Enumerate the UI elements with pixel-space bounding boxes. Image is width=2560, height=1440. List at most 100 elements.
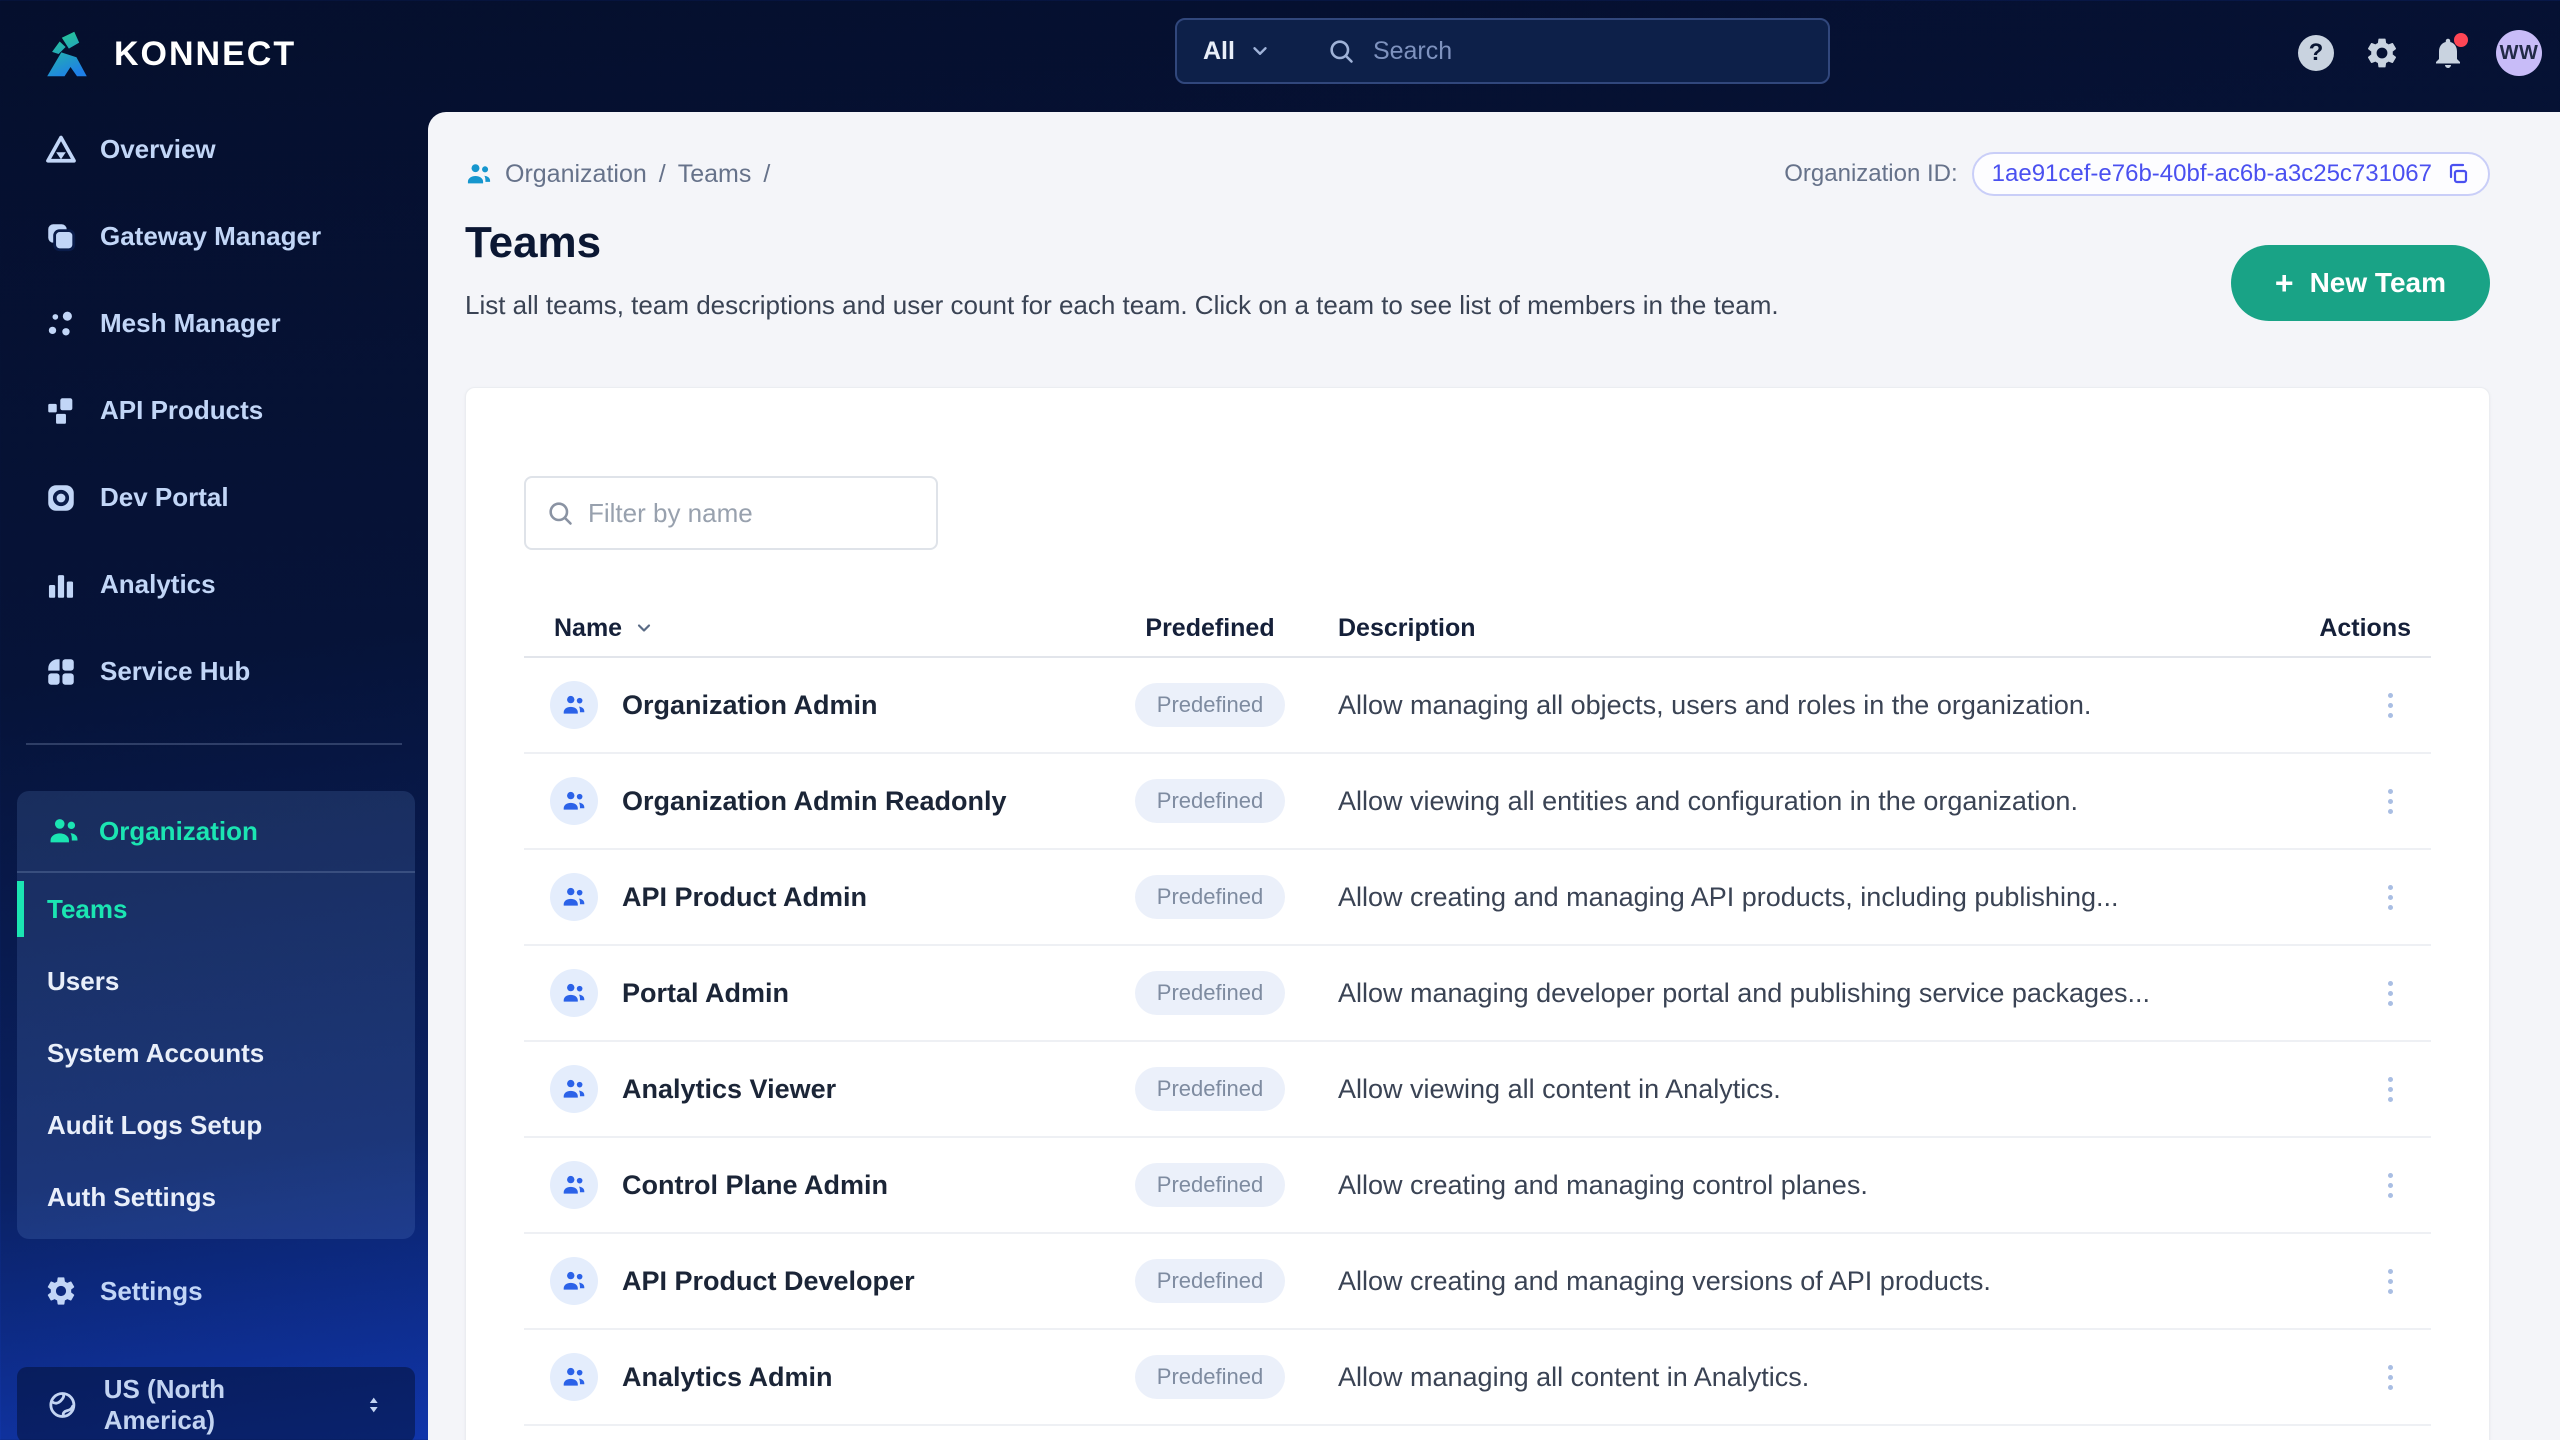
table-row[interactable]: Analytics Admin Predefined Allow managin… bbox=[524, 1330, 2431, 1426]
global-search[interactable]: All Search bbox=[1175, 18, 1830, 84]
table-row[interactable]: Organization Admin Readonly Predefined A… bbox=[524, 754, 2431, 850]
table-row[interactable]: Portal Admin Predefined Allow managing d… bbox=[524, 946, 2431, 1042]
team-avatar bbox=[550, 1353, 598, 1401]
row-actions-kebab-button[interactable] bbox=[2380, 685, 2401, 726]
plus-icon: + bbox=[2274, 265, 2294, 301]
team-people-icon bbox=[561, 692, 587, 718]
predefined-cell: Predefined bbox=[1110, 779, 1310, 823]
caret-updown-icon bbox=[362, 1392, 385, 1418]
team-people-icon bbox=[561, 1172, 587, 1198]
actions-cell bbox=[2291, 1165, 2431, 1206]
row-actions-kebab-button[interactable] bbox=[2380, 1165, 2401, 1206]
table-row[interactable]: Organization Admin Predefined Allow mana… bbox=[524, 658, 2431, 754]
region-selector[interactable]: US (North America) bbox=[17, 1367, 415, 1440]
row-actions-kebab-button[interactable] bbox=[2380, 781, 2401, 822]
predefined-badge: Predefined bbox=[1134, 1259, 1286, 1303]
team-name-cell: Portal Admin bbox=[524, 969, 1110, 1017]
teams-card: Name Predefined Description Actions Orga… bbox=[465, 387, 2490, 1440]
actions-cell bbox=[2291, 1357, 2431, 1398]
sidebar-item-organization[interactable]: Organization bbox=[17, 791, 415, 873]
sidebar-item-settings[interactable]: Settings bbox=[0, 1261, 428, 1321]
team-name-cell: API Product Developer bbox=[524, 1257, 1110, 1305]
table-row[interactable]: API Product Admin Predefined Allow creat… bbox=[524, 850, 2431, 946]
team-name[interactable]: Portal Admin bbox=[622, 978, 789, 1009]
sidebar-item-gateway-manager[interactable]: Gateway Manager bbox=[0, 193, 428, 280]
row-actions-kebab-button[interactable] bbox=[2380, 877, 2401, 918]
filter-field bbox=[524, 476, 938, 550]
settings-gear-button[interactable] bbox=[2364, 35, 2400, 71]
help-button[interactable]: ? bbox=[2298, 35, 2334, 71]
breadcrumb-separator: / bbox=[658, 159, 666, 188]
row-actions-kebab-button[interactable] bbox=[2380, 1357, 2401, 1398]
sidebar-item-system-accounts[interactable]: System Accounts bbox=[17, 1017, 415, 1089]
column-header-predefined: Predefined bbox=[1145, 613, 1275, 642]
predefined-badge: Predefined bbox=[1134, 971, 1286, 1015]
sidebar-item-dev-portal[interactable]: Dev Portal bbox=[0, 454, 428, 541]
sidebar-item-service-hub[interactable]: Service Hub bbox=[0, 628, 428, 715]
actions-cell bbox=[2291, 685, 2431, 726]
predefined-badge: Predefined bbox=[1134, 1355, 1286, 1399]
team-name[interactable]: Analytics Admin bbox=[622, 1362, 833, 1393]
column-header-name[interactable]: Name bbox=[524, 614, 1110, 643]
actions-cell bbox=[2291, 973, 2431, 1014]
sidebar-item-api-products[interactable]: API Products bbox=[0, 367, 428, 454]
organization-id: Organization ID: 1ae91cef-e76b-40bf-ac6b… bbox=[1784, 152, 2490, 196]
sort-chevron-icon bbox=[634, 618, 654, 638]
sidebar-item-teams[interactable]: Teams bbox=[17, 873, 415, 945]
team-name[interactable]: Organization Admin bbox=[622, 690, 878, 721]
table-body: Organization Admin Predefined Allow mana… bbox=[524, 658, 2431, 1426]
copy-icon bbox=[2446, 162, 2470, 186]
predefined-badge: Predefined bbox=[1134, 683, 1286, 727]
sidebar: Overview Gateway Manager Mesh Manager AP… bbox=[0, 0, 428, 1440]
search-input[interactable]: Search bbox=[1373, 37, 1452, 66]
filter-by-name-input[interactable] bbox=[588, 497, 916, 529]
team-people-icon bbox=[561, 1364, 587, 1390]
sidebar-item-auth-settings[interactable]: Auth Settings bbox=[17, 1161, 415, 1233]
sidebar-item-users[interactable]: Users bbox=[17, 945, 415, 1017]
table-row[interactable]: Analytics Viewer Predefined Allow viewin… bbox=[524, 1042, 2431, 1138]
actions-cell bbox=[2291, 1069, 2431, 1110]
sidebar-item-audit-logs-setup[interactable]: Audit Logs Setup bbox=[17, 1089, 415, 1161]
breadcrumb-teams[interactable]: Teams bbox=[678, 160, 752, 189]
team-name[interactable]: Analytics Viewer bbox=[622, 1074, 836, 1105]
team-description: Allow managing all content in Analytics. bbox=[1338, 1361, 1810, 1392]
search-scope-select[interactable]: All bbox=[1203, 37, 1235, 66]
predefined-badge: Predefined bbox=[1134, 779, 1286, 823]
team-description: Allow creating and managing control plan… bbox=[1338, 1169, 1868, 1200]
predefined-cell: Predefined bbox=[1110, 1163, 1310, 1207]
sidebar-item-analytics[interactable]: Analytics bbox=[0, 541, 428, 628]
api-products-icon bbox=[44, 394, 78, 428]
analytics-icon bbox=[44, 568, 78, 602]
actions-cell bbox=[2291, 877, 2431, 918]
actions-cell bbox=[2291, 781, 2431, 822]
new-team-button[interactable]: + New Team bbox=[2230, 245, 2490, 321]
team-name[interactable]: Organization Admin Readonly bbox=[622, 786, 1007, 817]
team-avatar bbox=[550, 969, 598, 1017]
team-description: Allow creating and managing versions of … bbox=[1338, 1265, 1991, 1296]
breadcrumb: Organization / Teams / bbox=[465, 160, 770, 189]
breadcrumb-organization[interactable]: Organization bbox=[505, 160, 647, 189]
row-actions-kebab-button[interactable] bbox=[2380, 973, 2401, 1014]
team-people-icon bbox=[561, 884, 587, 910]
user-avatar[interactable]: WW bbox=[2496, 30, 2542, 76]
predefined-badge: Predefined bbox=[1134, 1163, 1286, 1207]
column-header-actions: Actions bbox=[2319, 613, 2411, 642]
team-name[interactable]: API Product Admin bbox=[622, 882, 867, 913]
sidebar-divider bbox=[26, 743, 402, 745]
notifications-button[interactable] bbox=[2430, 33, 2468, 71]
team-name[interactable]: API Product Developer bbox=[622, 1266, 915, 1297]
table-row[interactable]: API Product Developer Predefined Allow c… bbox=[524, 1234, 2431, 1330]
table-row[interactable]: Control Plane Admin Predefined Allow cre… bbox=[524, 1138, 2431, 1234]
sidebar-item-mesh-manager[interactable]: Mesh Manager bbox=[0, 280, 428, 367]
organization-id-chip[interactable]: 1ae91cef-e76b-40bf-ac6b-a3c25c731067 bbox=[1971, 152, 2490, 196]
sidebar-item-overview[interactable]: Overview bbox=[0, 106, 428, 193]
organization-id-value: 1ae91cef-e76b-40bf-ac6b-a3c25c731067 bbox=[1991, 160, 2432, 187]
row-actions-kebab-button[interactable] bbox=[2380, 1261, 2401, 1302]
team-description: Allow creating and managing API products… bbox=[1338, 881, 2119, 912]
actions-cell bbox=[2291, 1261, 2431, 1302]
predefined-cell: Predefined bbox=[1110, 971, 1310, 1015]
predefined-cell: Predefined bbox=[1110, 875, 1310, 919]
row-actions-kebab-button[interactable] bbox=[2380, 1069, 2401, 1110]
team-name[interactable]: Control Plane Admin bbox=[622, 1170, 888, 1201]
column-header-description: Description bbox=[1338, 613, 1476, 642]
